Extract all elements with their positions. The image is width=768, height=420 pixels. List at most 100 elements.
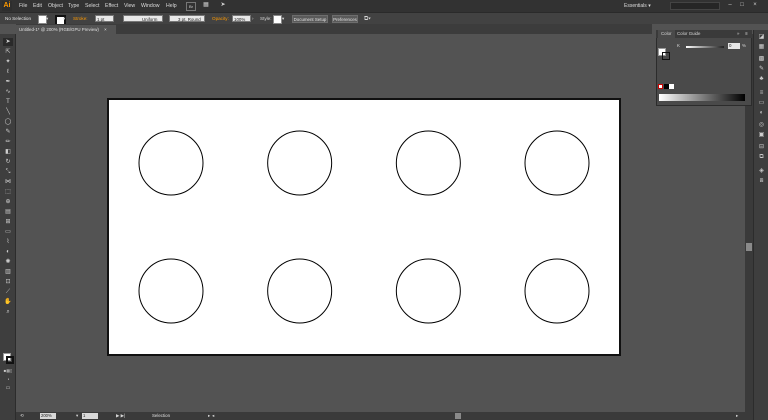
gradient-panel-icon[interactable]: ▭: [757, 100, 766, 107]
bridge-icon[interactable]: Br: [186, 2, 196, 11]
stroke-weight-field[interactable]: 1 pt: [95, 15, 114, 22]
circle-shape[interactable]: [395, 258, 461, 324]
circle-shape[interactable]: [267, 130, 333, 196]
color-spectrum-ramp[interactable]: [659, 94, 745, 101]
brush-definition-select[interactable]: 3 pt. Round: [169, 15, 205, 22]
document-tab[interactable]: Untitled-1* @ 200% (RGB/GPU Preview) ×: [16, 25, 116, 34]
artboard-tool-icon[interactable]: ⊡: [3, 278, 13, 286]
circle-shape[interactable]: [524, 258, 590, 324]
circle-shape[interactable]: [138, 130, 204, 196]
rotate-tool-icon[interactable]: ↻: [3, 158, 13, 166]
white-swatch[interactable]: [669, 84, 674, 89]
scroll-right-icon[interactable]: ▸: [736, 413, 742, 419]
tab-color[interactable]: Color: [658, 30, 675, 38]
menu-window[interactable]: Window: [141, 0, 159, 12]
artboard[interactable]: [107, 98, 621, 356]
symbols-icon[interactable]: ♣: [757, 76, 766, 83]
menu-effect[interactable]: Effect: [105, 0, 118, 12]
menu-edit[interactable]: Edit: [33, 0, 42, 12]
send-icon[interactable]: ➤: [218, 1, 228, 10]
arrange-icon[interactable]: ⧉▾: [364, 15, 371, 23]
artboards-panel-icon[interactable]: ⧈: [757, 178, 766, 185]
stroke-color-swatch[interactable]: [6, 356, 14, 364]
free-transform-tool-icon[interactable]: ⬚: [3, 188, 13, 196]
chevron-right-icon[interactable]: ›: [252, 15, 254, 23]
panel-menu-icon[interactable]: ≡: [742, 30, 751, 38]
stroke-profile-select[interactable]: Uniform: [123, 15, 163, 22]
transparency-icon[interactable]: ◐: [757, 110, 766, 117]
menu-type[interactable]: Type: [68, 0, 79, 12]
preferences-button[interactable]: Preferences: [332, 15, 358, 23]
circle-shape[interactable]: [267, 258, 333, 324]
zoom-level-field[interactable]: 200%: [40, 413, 56, 419]
ellipse-tool-icon[interactable]: ◯: [3, 118, 13, 126]
opacity-field[interactable]: 100%: [232, 15, 251, 22]
eraser-tool-icon[interactable]: ◧: [3, 148, 13, 156]
arrange-documents-icon[interactable]: ▦: [201, 1, 211, 10]
document-setup-button[interactable]: Document Setup: [292, 15, 328, 23]
circle-shape[interactable]: [395, 130, 461, 196]
paintbrush-tool-icon[interactable]: ✎: [3, 128, 13, 136]
workspace-switcher[interactable]: Essentials ▾: [624, 2, 664, 10]
drawing-mode-icon[interactable]: ◔: [3, 376, 13, 384]
close-icon[interactable]: ×: [750, 1, 760, 10]
menu-select[interactable]: Select: [85, 0, 99, 12]
symbol-sprayer-tool-icon[interactable]: ✺: [3, 258, 13, 266]
direct-selection-tool-icon[interactable]: ⇱: [3, 48, 13, 56]
hand-tool-icon[interactable]: ✋: [3, 298, 13, 306]
menu-help[interactable]: Help: [166, 0, 177, 12]
pathfinder-icon[interactable]: ⧉: [757, 154, 766, 161]
color-panel-icon[interactable]: ◪: [757, 34, 766, 41]
blend-tool-icon[interactable]: ◐: [3, 248, 13, 256]
search-input[interactable]: [670, 2, 720, 10]
none-swatch[interactable]: [658, 84, 663, 89]
chevron-down-icon[interactable]: ▾: [46, 15, 48, 23]
graph-tool-icon[interactable]: ▥: [3, 268, 13, 276]
stroke-panel-icon[interactable]: ≡: [757, 90, 766, 97]
screen-mode-icon[interactable]: ▭: [3, 384, 13, 392]
tab-color-guide[interactable]: Color Guide: [674, 30, 703, 38]
menu-file[interactable]: File: [19, 0, 27, 12]
line-tool-icon[interactable]: ╲: [3, 108, 13, 116]
color-guide-icon[interactable]: ▦: [757, 44, 766, 51]
color-mode-icons[interactable]: ■▦▯: [3, 367, 13, 375]
rotate-view-icon[interactable]: ⟲: [20, 413, 28, 419]
stroke-label[interactable]: Stroke:: [73, 15, 88, 23]
graphic-styles-icon[interactable]: ▣: [757, 132, 766, 139]
circle-shape[interactable]: [138, 258, 204, 324]
eyedropper-tool-icon[interactable]: ⌇: [3, 238, 13, 246]
tint-slider[interactable]: [686, 46, 724, 48]
vertical-scroll-thumb[interactable]: [746, 243, 752, 251]
pen-tool-icon[interactable]: ✒: [3, 78, 13, 86]
next-artboard-icon[interactable]: ▶ ▶|: [116, 413, 130, 419]
circle-shape[interactable]: [524, 130, 590, 196]
perspective-grid-tool-icon[interactable]: ▤: [3, 208, 13, 216]
menu-object[interactable]: Object: [48, 0, 63, 12]
mesh-tool-icon[interactable]: ⊞: [3, 218, 13, 226]
slice-tool-icon[interactable]: ⟋: [3, 288, 13, 296]
gradient-tool-icon[interactable]: ▭: [3, 228, 13, 236]
menu-view[interactable]: View: [124, 0, 135, 12]
horizontal-scroll-thumb[interactable]: [455, 413, 461, 419]
pencil-tool-icon[interactable]: ✏: [3, 138, 13, 146]
panel-stroke-swatch[interactable]: [662, 52, 670, 60]
tint-value-field[interactable]: 0: [728, 43, 740, 49]
brushes-icon[interactable]: ✎: [757, 66, 766, 73]
opacity-label[interactable]: Opacity:: [212, 15, 229, 23]
scroll-left-icon[interactable]: ◂: [212, 413, 218, 419]
magic-wand-tool-icon[interactable]: ✦: [3, 58, 13, 66]
lasso-tool-icon[interactable]: ℓ: [3, 68, 13, 76]
selection-tool-icon[interactable]: ➤: [3, 38, 13, 46]
curvature-tool-icon[interactable]: ∿: [3, 88, 13, 96]
chevron-down-icon[interactable]: ▾: [63, 15, 65, 23]
minimize-icon[interactable]: –: [725, 1, 735, 10]
chevron-down-icon[interactable]: ▾: [282, 15, 284, 23]
layers-icon[interactable]: ◈: [757, 168, 766, 175]
align-icon[interactable]: ⊟: [757, 144, 766, 151]
shape-builder-tool-icon[interactable]: ⊕: [3, 198, 13, 206]
width-tool-icon[interactable]: ⋈: [3, 178, 13, 186]
scale-tool-icon[interactable]: ⤡: [3, 168, 13, 176]
graphic-style-swatch[interactable]: [273, 15, 282, 24]
appearance-icon[interactable]: ◎: [757, 122, 766, 129]
swatches-icon[interactable]: ▩: [757, 56, 766, 63]
